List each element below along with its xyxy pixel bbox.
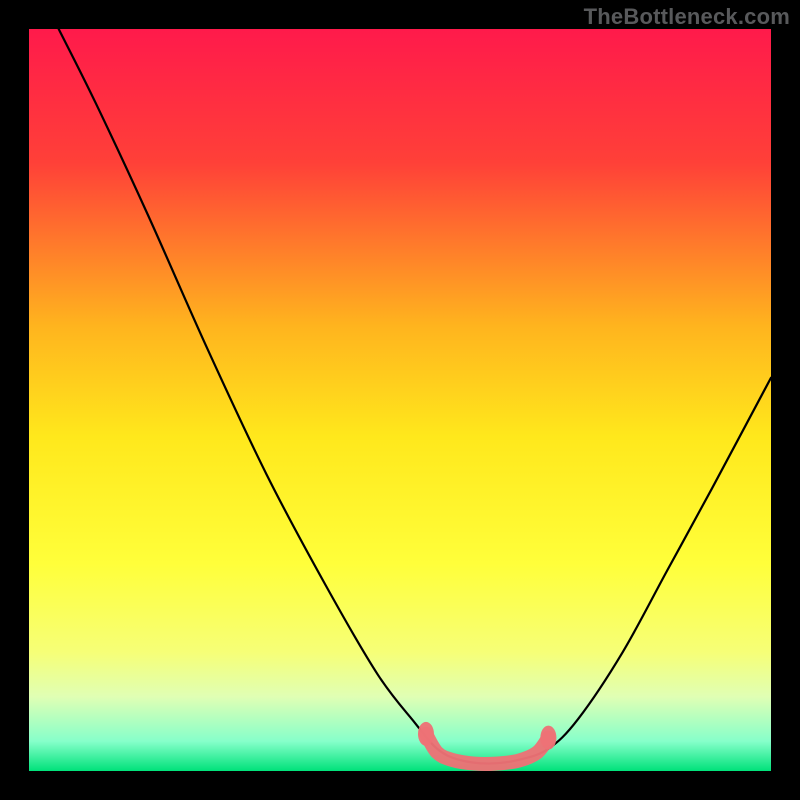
pink-endpoint-1 xyxy=(540,726,556,750)
gradient-background xyxy=(29,29,771,771)
pink-endpoint-0 xyxy=(418,722,434,746)
chart-plot-area xyxy=(29,29,771,771)
watermark-text: TheBottleneck.com xyxy=(584,4,790,30)
chart-svg xyxy=(29,29,771,771)
chart-frame: TheBottleneck.com xyxy=(0,0,800,800)
